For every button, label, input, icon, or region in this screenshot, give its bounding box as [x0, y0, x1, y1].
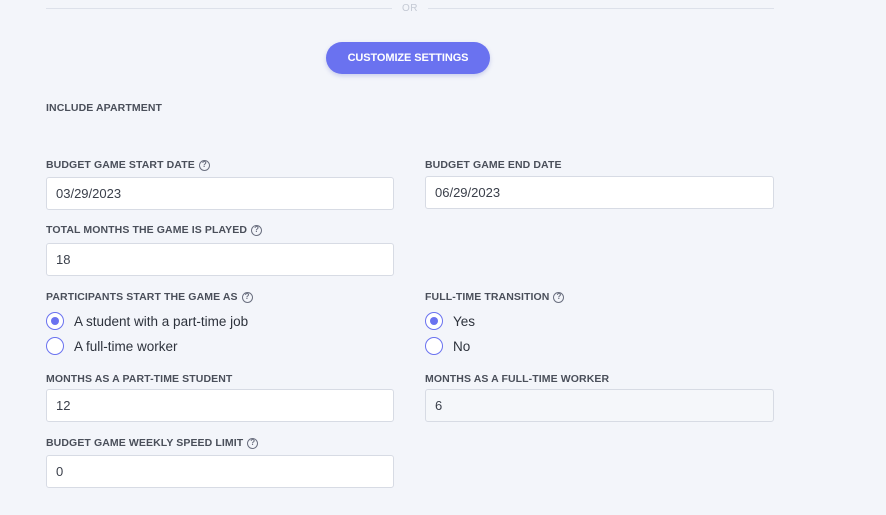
transition-label: FULL-TIME TRANSITION ? — [425, 291, 565, 303]
transition-option-no[interactable]: No — [425, 337, 470, 355]
end-date-field[interactable] — [425, 176, 774, 209]
transition-option-yes[interactable]: Yes — [425, 312, 475, 330]
divider-line-left — [46, 7, 392, 9]
start-date-label: BUDGET GAME START DATE ? — [46, 159, 210, 171]
participants-label-text: PARTICIPANTS START THE GAME AS — [46, 291, 238, 303]
speed-limit-label-text: BUDGET GAME WEEKLY SPEED LIMIT — [46, 437, 244, 449]
total-months-field[interactable] — [46, 243, 394, 276]
divider-line-right — [428, 7, 774, 9]
or-divider: OR — [46, 0, 774, 16]
radio-checked-icon[interactable] — [425, 312, 443, 330]
transition-option-label: Yes — [453, 313, 476, 329]
participants-option-student[interactable]: A student with a part-time job — [46, 312, 248, 330]
participants-option-worker[interactable]: A full-time worker — [46, 337, 178, 355]
or-text: OR — [402, 2, 418, 14]
question-circle-icon[interactable]: ? — [241, 291, 253, 303]
question-circle-icon[interactable]: ? — [251, 224, 263, 236]
participants-option-label: A full-time worker — [74, 338, 178, 354]
total-months-label-text: TOTAL MONTHS THE GAME IS PLAYED — [46, 224, 248, 236]
radio-unchecked-icon[interactable] — [425, 337, 443, 355]
radio-unchecked-icon[interactable] — [46, 337, 64, 355]
question-circle-icon[interactable]: ? — [247, 437, 259, 449]
include-apartment-label: INCLUDE APARTMENT — [46, 102, 163, 114]
full-time-months-field[interactable] — [425, 389, 774, 422]
speed-limit-label: BUDGET GAME WEEKLY SPEED LIMIT ? — [46, 437, 259, 449]
participants-option-label: A student with a part-time job — [74, 313, 249, 329]
transition-option-label: No — [453, 338, 471, 354]
start-date-label-text: BUDGET GAME START DATE — [46, 159, 195, 171]
radio-checked-icon[interactable] — [46, 312, 64, 330]
full-time-months-label: MONTHS AS A FULL-TIME WORKER — [425, 373, 610, 385]
start-date-field[interactable] — [46, 177, 394, 210]
end-date-label: BUDGET GAME END DATE — [425, 159, 562, 171]
part-time-months-label: MONTHS AS A PART-TIME STUDENT — [46, 373, 233, 385]
transition-label-text: FULL-TIME TRANSITION — [425, 291, 550, 303]
customize-settings-button[interactable]: CUSTOMIZE SETTINGS — [326, 42, 490, 74]
speed-limit-field[interactable] — [46, 455, 394, 488]
participants-label: PARTICIPANTS START THE GAME AS ? — [46, 291, 253, 303]
total-months-label: TOTAL MONTHS THE GAME IS PLAYED ? — [46, 224, 263, 236]
question-circle-icon[interactable]: ? — [553, 291, 565, 303]
question-circle-icon[interactable]: ? — [198, 159, 210, 171]
part-time-months-field[interactable] — [46, 389, 394, 422]
